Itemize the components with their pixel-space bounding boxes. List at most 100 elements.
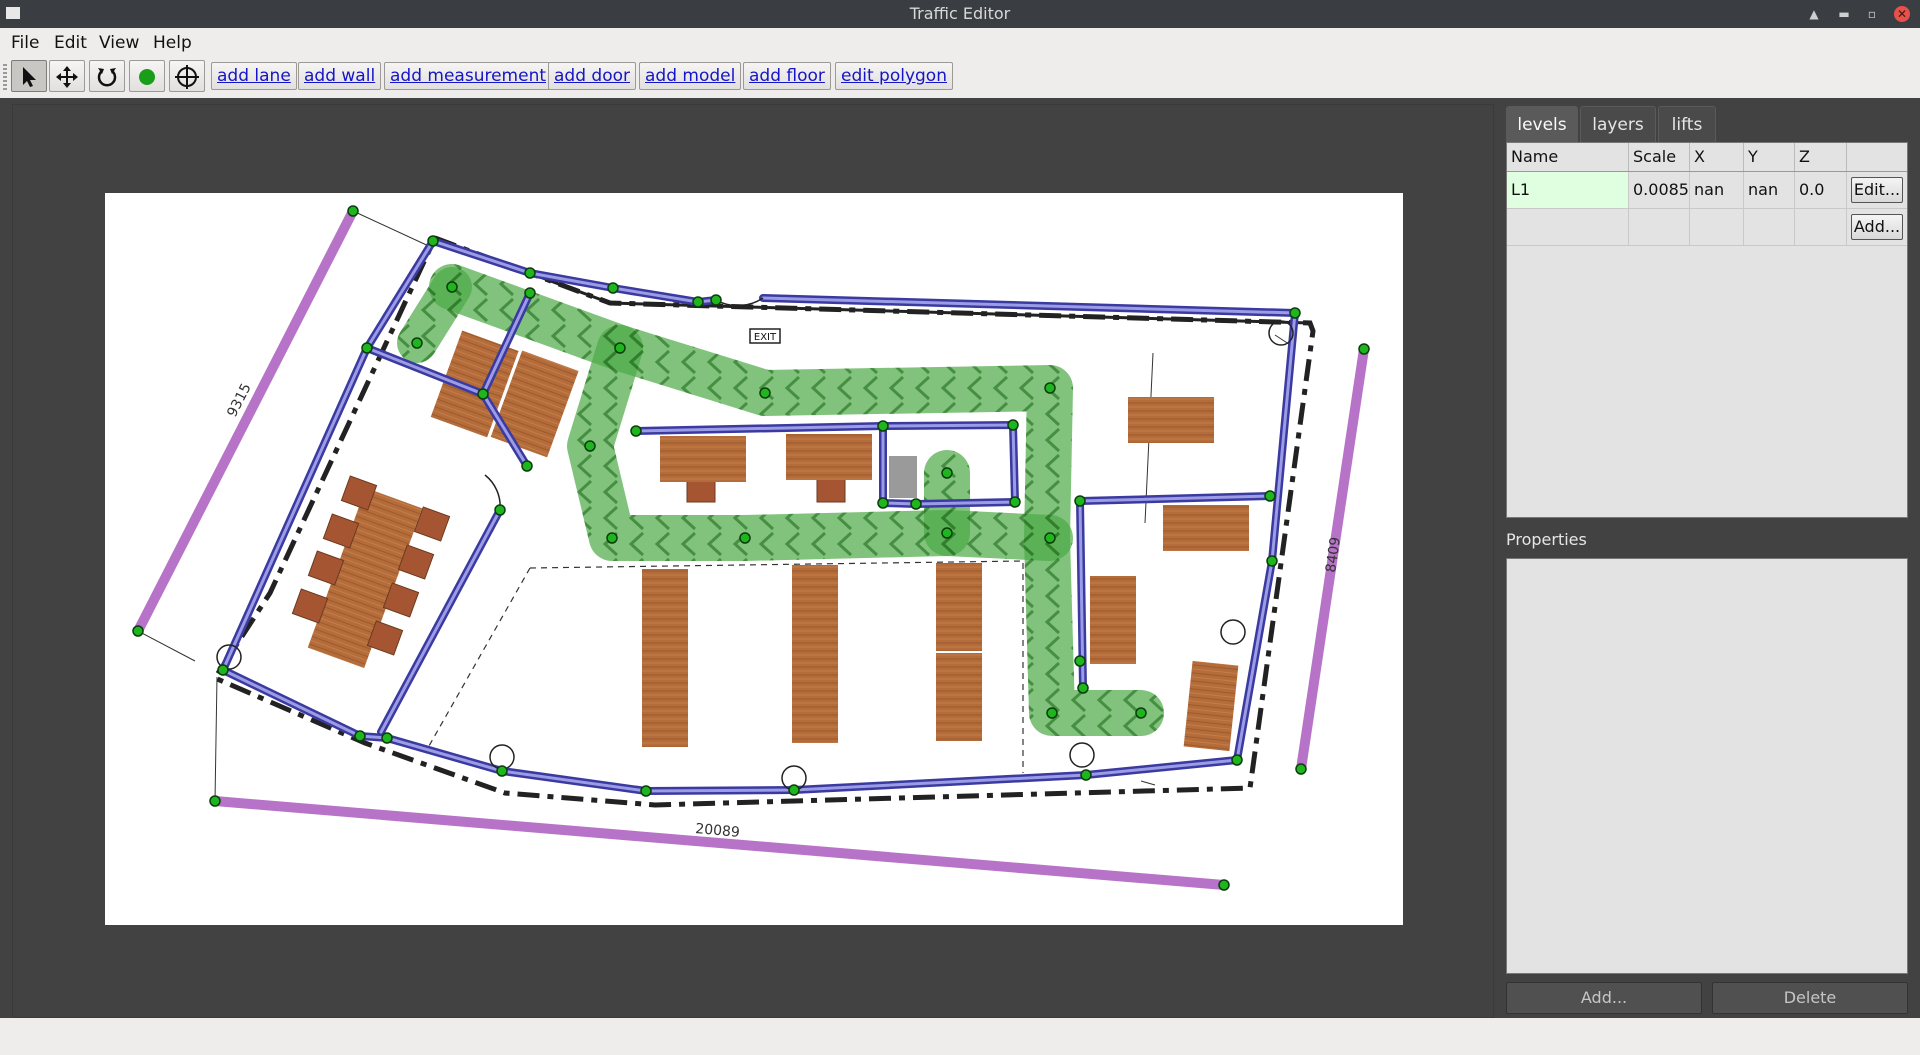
vertex[interactable] — [1074, 655, 1086, 667]
vertex[interactable] — [354, 730, 366, 742]
vertex[interactable] — [739, 532, 751, 544]
vertex[interactable] — [217, 664, 229, 676]
toolbar-grip[interactable] — [3, 64, 7, 90]
add-lane-button[interactable]: add lane — [211, 62, 297, 90]
menu-help[interactable]: Help — [153, 33, 192, 53]
vertex[interactable] — [446, 281, 458, 293]
table-row[interactable]: Add... — [1507, 209, 1907, 246]
level-scale-cell[interactable]: 0.0085 — [1629, 172, 1690, 208]
vertex[interactable] — [788, 784, 800, 796]
vertex[interactable] — [524, 287, 536, 299]
rotate-icon — [97, 68, 117, 87]
vertex[interactable] — [1077, 682, 1089, 694]
vertex[interactable] — [347, 205, 359, 217]
desk — [642, 659, 688, 747]
vertex[interactable] — [1218, 879, 1230, 891]
tab-lifts[interactable]: lifts — [1658, 106, 1716, 142]
vertex[interactable] — [209, 795, 221, 807]
vertex[interactable] — [941, 527, 953, 539]
vertex[interactable] — [1044, 532, 1056, 544]
vertex[interactable] — [1074, 495, 1086, 507]
traffic-lanes[interactable] — [397, 264, 1164, 736]
column-name[interactable]: Name — [1507, 143, 1629, 171]
column-x[interactable]: X — [1690, 143, 1744, 171]
floor-plan-drawing[interactable]: EXIT 9315 20089 8409 — [105, 193, 1403, 925]
vertex[interactable] — [427, 235, 439, 247]
vertex[interactable] — [1289, 307, 1301, 319]
vertex[interactable] — [1231, 754, 1243, 766]
minimize-icon[interactable]: ▬ — [1834, 4, 1854, 24]
levels-table[interactable]: Name Scale X Y Z L1 0.0085 nan nan 0.0 E… — [1506, 142, 1908, 518]
add-property-button[interactable]: Add... — [1506, 982, 1702, 1014]
desk — [660, 436, 746, 482]
column-y[interactable]: Y — [1744, 143, 1795, 171]
add-measurement-button[interactable]: add measurement — [384, 62, 553, 90]
add-vertex-tool-button[interactable] — [129, 60, 165, 92]
empty-cell — [1795, 209, 1847, 245]
vertex[interactable] — [1266, 555, 1278, 567]
menu-file[interactable]: File — [11, 33, 39, 53]
tab-layers[interactable]: layers — [1580, 106, 1656, 142]
tab-levels[interactable]: levels — [1506, 106, 1578, 144]
vertex[interactable] — [877, 420, 889, 432]
table-row[interactable]: L1 0.0085 nan nan 0.0 Edit... — [1507, 172, 1907, 209]
menu-view[interactable]: View — [99, 33, 139, 53]
vertex[interactable] — [1264, 490, 1276, 502]
vertex[interactable] — [1080, 769, 1092, 781]
delete-property-button[interactable]: Delete — [1712, 982, 1908, 1014]
vertex[interactable] — [1358, 343, 1370, 355]
vertex[interactable] — [910, 498, 922, 510]
empty-cell — [1690, 209, 1744, 245]
floor-plan-sheet[interactable]: EXIT 9315 20089 8409 — [105, 193, 1403, 925]
edit-level-button[interactable]: Edit... — [1851, 177, 1903, 203]
menu-edit[interactable]: Edit — [54, 33, 87, 53]
vertex[interactable] — [692, 296, 704, 308]
empty-cell — [1629, 209, 1690, 245]
vertex[interactable] — [496, 765, 508, 777]
vertex[interactable] — [361, 342, 373, 354]
level-name-cell[interactable]: L1 — [1507, 172, 1629, 208]
maximize-icon[interactable]: ▫ — [1862, 4, 1882, 24]
vertex[interactable] — [877, 497, 889, 509]
vertex[interactable] — [759, 387, 771, 399]
vertex[interactable] — [1007, 419, 1019, 431]
vertex[interactable] — [1295, 763, 1307, 775]
edit-polygon-button[interactable]: edit polygon — [835, 62, 953, 90]
add-wall-button[interactable]: add wall — [298, 62, 382, 90]
add-level-button[interactable]: Add... — [1851, 214, 1903, 240]
vertex[interactable] — [584, 440, 596, 452]
vertex[interactable] — [606, 532, 618, 544]
vertex[interactable] — [614, 342, 626, 354]
vertex[interactable] — [477, 388, 489, 400]
keep-above-icon[interactable]: ▲ — [1804, 4, 1824, 24]
vertex[interactable] — [411, 337, 423, 349]
move-tool-button[interactable] — [49, 60, 85, 92]
add-door-button[interactable]: add door — [548, 62, 636, 90]
vertex[interactable] — [1009, 496, 1021, 508]
add-floor-button[interactable]: add floor — [743, 62, 831, 90]
vertex[interactable] — [1135, 707, 1147, 719]
vertex[interactable] — [630, 425, 642, 437]
vertex[interactable] — [1046, 707, 1058, 719]
close-icon[interactable]: ✕ — [1894, 6, 1910, 22]
crosshair-tool-button[interactable] — [169, 60, 205, 92]
column-z[interactable]: Z — [1795, 143, 1847, 171]
vertex[interactable] — [607, 282, 619, 294]
vertex[interactable] — [381, 732, 393, 744]
vertex[interactable] — [524, 267, 536, 279]
vertex[interactable] — [941, 467, 953, 479]
select-tool-button[interactable] — [11, 60, 47, 92]
column-scale[interactable]: Scale — [1629, 143, 1690, 171]
level-x-cell[interactable]: nan — [1690, 172, 1744, 208]
vertex[interactable] — [132, 625, 144, 637]
level-y-cell[interactable]: nan — [1744, 172, 1795, 208]
vertex[interactable] — [710, 294, 722, 306]
properties-panel[interactable] — [1506, 558, 1908, 974]
level-z-cell[interactable]: 0.0 — [1795, 172, 1847, 208]
vertex[interactable] — [1044, 382, 1056, 394]
rotate-tool-button[interactable] — [89, 60, 125, 92]
vertex[interactable] — [640, 785, 652, 797]
vertex[interactable] — [521, 460, 533, 472]
add-model-button[interactable]: add model — [639, 62, 742, 90]
vertex[interactable] — [494, 504, 506, 516]
